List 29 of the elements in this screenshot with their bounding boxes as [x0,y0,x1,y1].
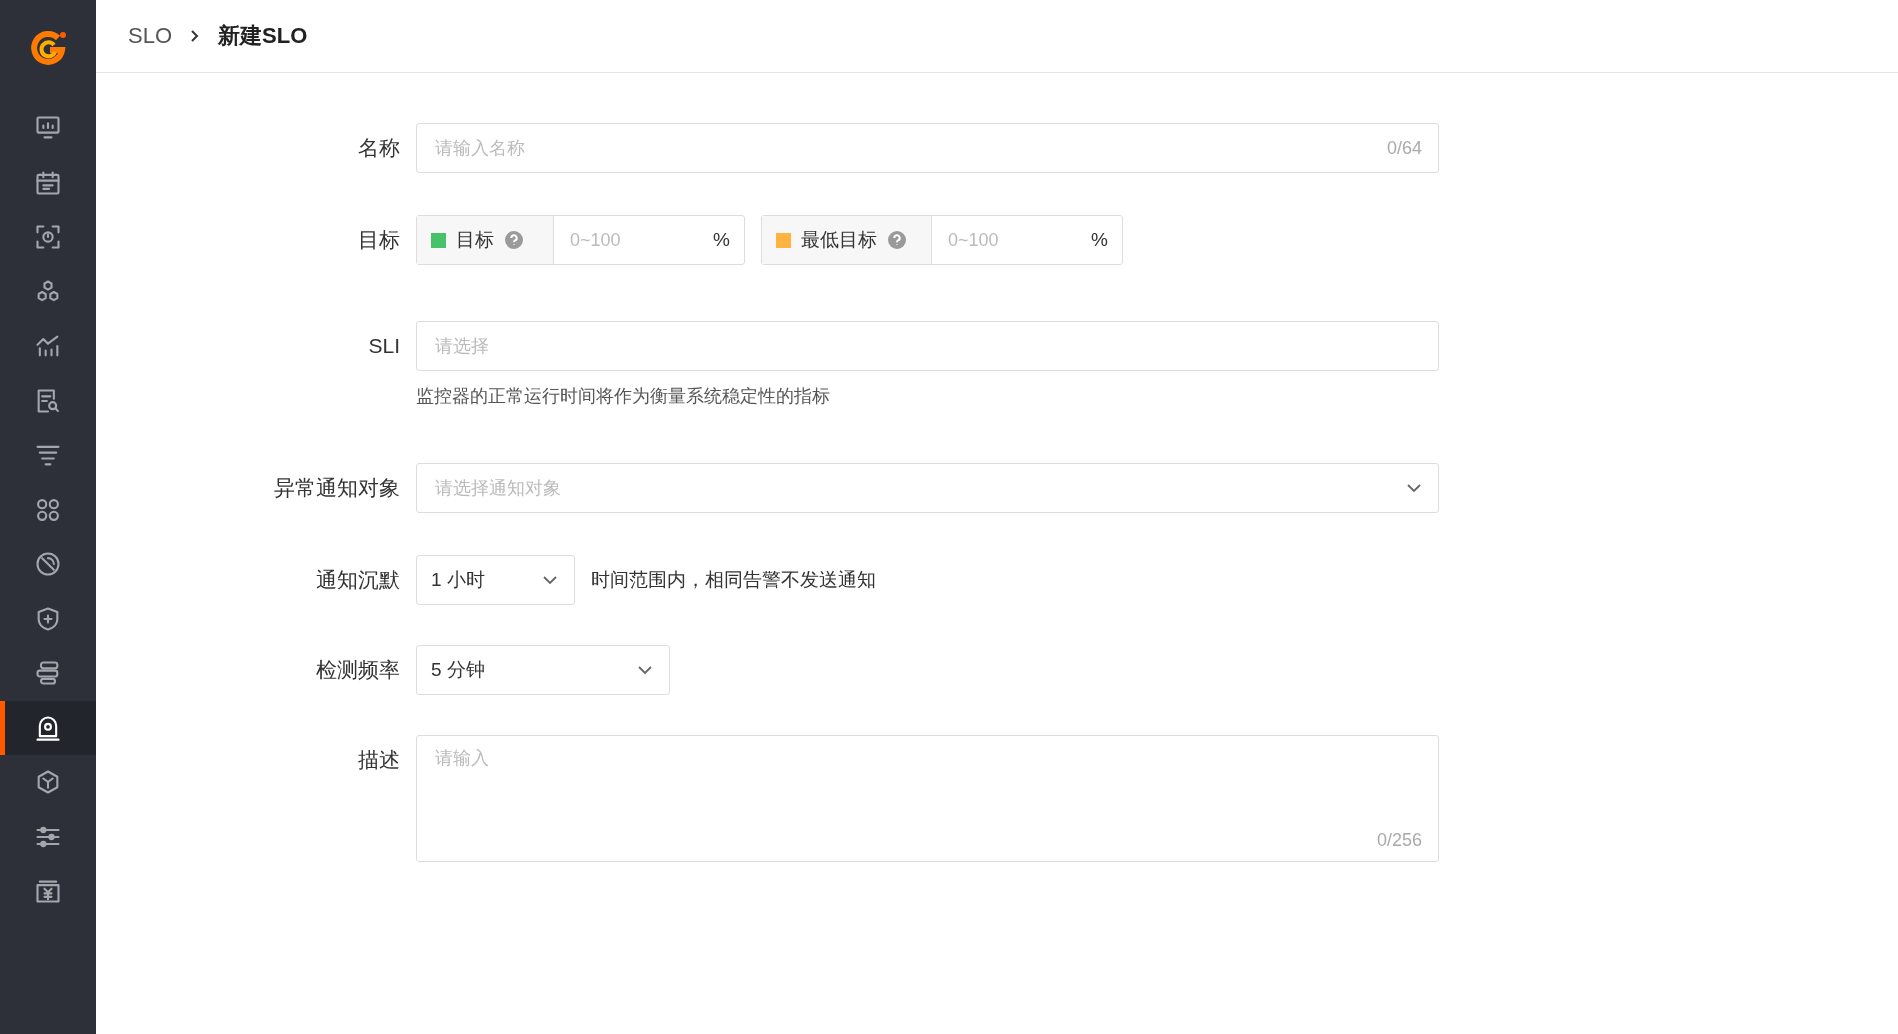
calendar-icon [34,168,62,197]
field-label: 名称 [357,135,401,161]
hint-text: 监控器的正常运行时间将作为衡量系统稳定性的指标 [416,385,831,408]
dropdown[interactable]: 1 小时 [416,555,575,605]
note-text: 时间范围内，相同告警不发送通知 [591,568,876,592]
dropdown-value: 5 分钟 [431,658,485,682]
chevron-down-icon [542,575,558,585]
placeholder-text: 请输入 [435,747,490,770]
field-label: SLI [367,333,401,359]
placeholder-text: 请选择通知对象 [435,477,561,500]
scan-icon [34,223,62,252]
placeholder-text: 请选择 [435,335,489,358]
field-label: 通知沉默 [315,567,401,593]
chevron-right-icon [190,29,201,43]
character-counter: 0/256 [1376,830,1422,851]
dropdown-value: 1 小时 [431,568,485,592]
chevron-down-icon [1406,483,1422,493]
nav-item[interactable] [0,700,96,755]
field-label: 目标 [357,227,401,253]
field-label: 描述 [357,747,401,773]
chevron-down-icon [637,665,653,675]
logo-icon [28,28,68,68]
placeholder-text: 请输入名称 [435,137,525,160]
dropdown[interactable]: 5 分钟 [416,645,670,695]
breadcrumb-link[interactable]: SLO [128,23,173,49]
breadcrumb-current: 新建SLO [218,22,308,50]
field-label: 检测频率 [315,657,401,683]
character-counter: 0/64 [1386,137,1422,159]
field-label: 异常通知对象 [273,475,401,501]
